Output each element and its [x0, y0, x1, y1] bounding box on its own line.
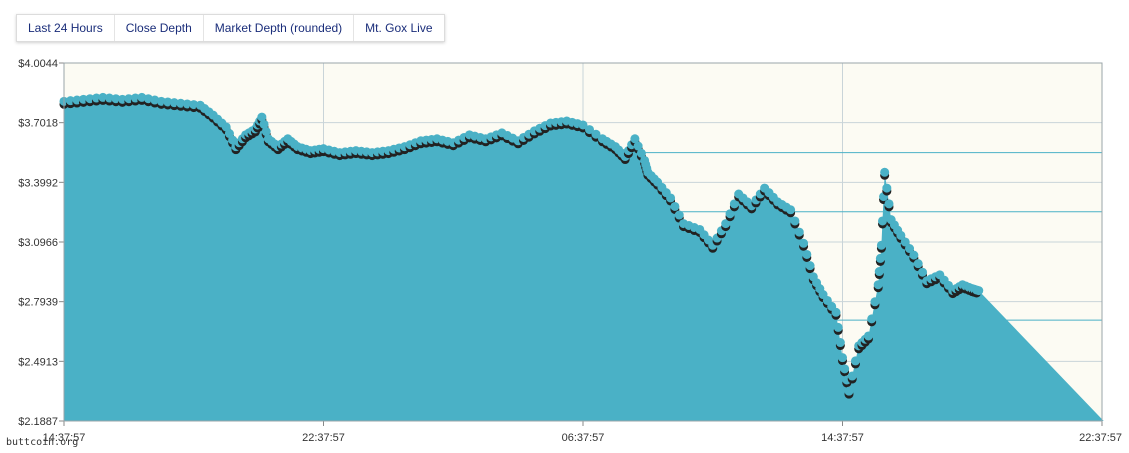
trade-marker [913, 259, 923, 269]
y-tick-label: $3.7018 [18, 118, 58, 130]
trade-marker [831, 307, 841, 317]
trade-marker [918, 267, 928, 277]
trade-marker [786, 205, 796, 215]
trade-marker [863, 331, 873, 341]
y-tick-label: $2.4913 [18, 356, 58, 368]
x-tick-label: 06:37:57 [562, 432, 605, 444]
x-tick-label: 22:37:57 [302, 432, 345, 444]
trade-marker [844, 386, 854, 396]
y-tick-label: $2.7939 [18, 297, 58, 309]
y-tick-label: $4.0044 [18, 58, 58, 70]
trade-marker [909, 250, 919, 260]
y-tick-label: $3.3992 [18, 177, 58, 189]
y-axis: $2.1887 $2.4913 $2.7939 $3.0966 $3.3992 $3.70… [18, 58, 64, 428]
trade-marker [880, 167, 890, 177]
trade-marker [884, 199, 894, 209]
trade-marker [674, 210, 684, 220]
trade-marker [838, 353, 847, 363]
x-tick-label: 22:37:57 [1079, 432, 1122, 444]
trade-marker [974, 286, 984, 296]
trade-marker [876, 240, 886, 250]
trade-marker [867, 314, 877, 324]
trade-marker [873, 280, 883, 290]
x-axis: 14:37:57 22:37:57 06:37:57 14:37:57 22:37:57 [43, 421, 1122, 444]
trade-marker [870, 297, 880, 307]
trade-marker [666, 193, 676, 203]
trade-marker [670, 201, 680, 211]
trade-marker [802, 249, 812, 259]
trade-marker [805, 261, 815, 271]
trade-marker [799, 238, 809, 248]
trade-marker [794, 227, 804, 237]
price-chart: $2.1887 $2.4913 $2.7939 $3.0966 $3.3992 $3.70… [18, 58, 1122, 444]
watermark: buttcoin.org [6, 437, 79, 448]
x-tick-label: 14:37:57 [821, 432, 864, 444]
trade-marker [878, 216, 888, 226]
trade-marker [790, 216, 800, 226]
trade-marker [882, 183, 892, 193]
trade-marker [840, 364, 850, 374]
trade-marker [835, 338, 845, 348]
trade-marker [833, 322, 843, 332]
trade-marker [847, 371, 857, 381]
trade-marker [850, 356, 860, 366]
trade-marker [874, 267, 884, 277]
y-tick-label: $3.0966 [18, 237, 58, 249]
y-tick-label: $2.1887 [18, 416, 58, 428]
trade-marker [875, 253, 885, 263]
